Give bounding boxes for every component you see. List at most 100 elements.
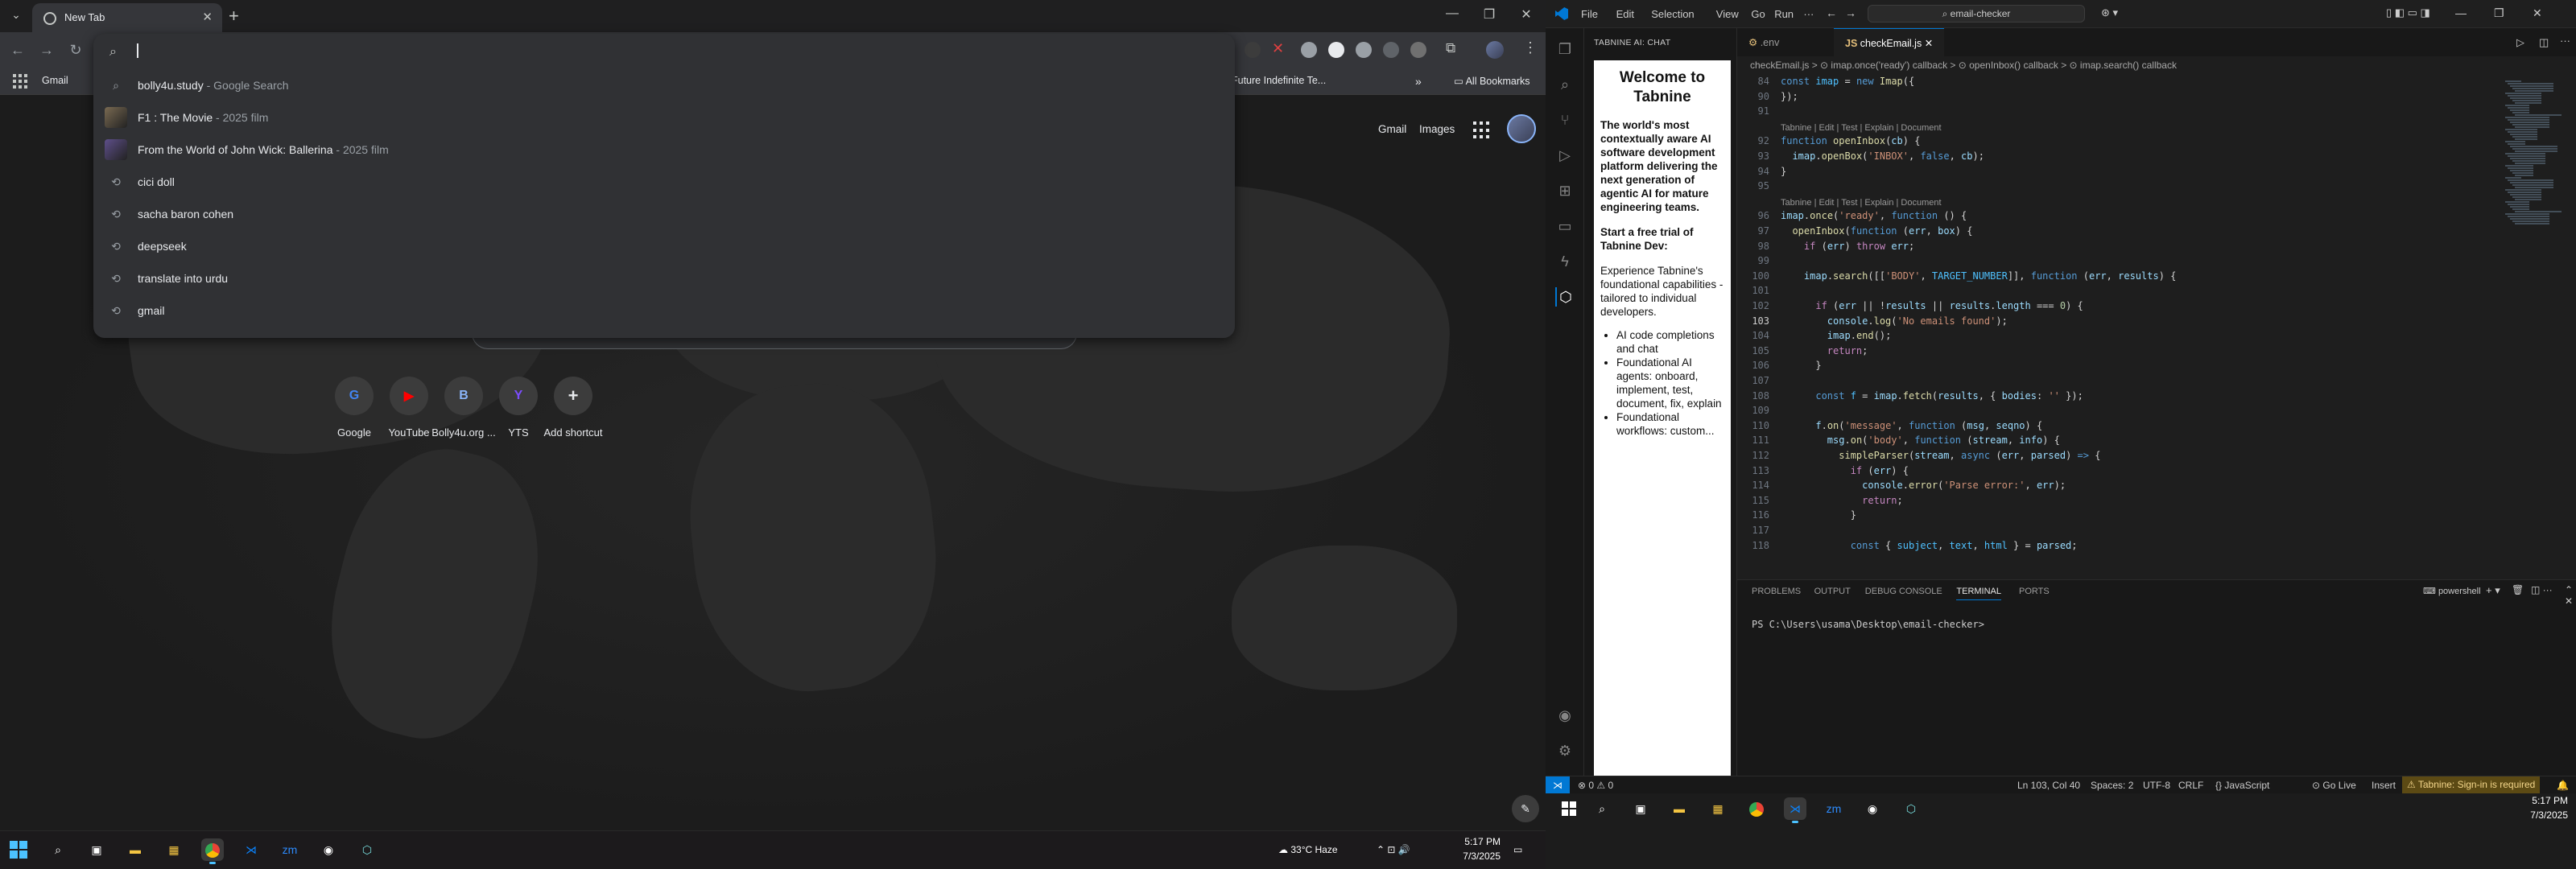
clock-time[interactable]: 5:17 PM [2512, 795, 2568, 806]
restore-icon[interactable]: ❐ [1473, 6, 1505, 23]
language-mode[interactable]: {} JavaScript [2215, 780, 2269, 791]
code-line[interactable]: imap.openBox('INBOX', false, cb); [1781, 150, 1984, 162]
terminal-profile[interactable]: ⌨ powershell [2423, 586, 2481, 596]
images-link[interactable]: Images [1419, 123, 1455, 135]
store-icon[interactable]: ▦ [163, 838, 185, 861]
back-icon[interactable]: ← [1826, 6, 1837, 19]
breadcrumb[interactable]: checkEmail.js > ⊙ imap.once('ready') cal… [1737, 56, 2576, 74]
all-bookmarks[interactable]: ▭ All Bookmarks [1454, 75, 1530, 87]
code-line[interactable]: imap.search([['BODY', TARGET_NUMBER]], f… [1781, 270, 2176, 282]
code-line[interactable]: console.log('No emails found'); [1781, 315, 2008, 327]
zoom-icon[interactable]: zm [279, 838, 301, 861]
extension-icon[interactable] [1383, 42, 1399, 58]
app-icon[interactable]: ⬡ [1900, 797, 1922, 820]
menu-item[interactable]: ··· [1803, 8, 1814, 20]
new-terminal-icon[interactable]: + ▾ [2486, 584, 2500, 597]
vscode-taskbar-icon[interactable]: ⋊ [240, 838, 262, 861]
clock-date[interactable]: 7/3/2025 [2512, 809, 2568, 821]
task-view-icon[interactable]: ▣ [1629, 797, 1652, 820]
panel-tab[interactable]: OUTPUT [1814, 587, 1851, 596]
code-line[interactable]: return; [1781, 345, 1868, 356]
explorer-icon[interactable]: ❐ [1555, 39, 1575, 59]
google-apps-icon[interactable] [1473, 121, 1491, 139]
code-line[interactable]: const f = imap.fetch(results, { bodies: … [1781, 390, 2083, 402]
tab-search-icon[interactable]: ⌄ [6, 8, 26, 26]
omnibox-suggestion[interactable]: From the World of John Wick: Ballerina -… [93, 134, 1235, 166]
menu-item[interactable]: Edit [1616, 8, 1634, 20]
code-line[interactable]: } [1781, 509, 1856, 521]
extensions-puzzle-icon[interactable]: ⧉ [1446, 40, 1455, 56]
windows-start-icon[interactable] [1562, 801, 1576, 816]
cursor-position[interactable]: Ln 103, Col 40 [2017, 780, 2080, 791]
shortcut-add[interactable]: + Add shortcut [528, 377, 618, 439]
panel-split-icon[interactable]: ◫ ··· [2531, 584, 2553, 595]
extensions-icon[interactable]: ⊞ [1555, 181, 1575, 200]
extension-icon[interactable] [1328, 42, 1344, 58]
code-line[interactable]: const imap = new Imap({ [1781, 76, 1914, 87]
codelens-actions[interactable]: Tabnine | Edit | Test | Explain | Docume… [1781, 198, 1942, 208]
code-line[interactable]: return; [1781, 495, 1903, 506]
customize-chrome-icon[interactable]: ✎ [1512, 795, 1539, 822]
code-line[interactable]: if (err) throw err; [1781, 241, 1914, 252]
zoom-icon[interactable]: zm [1823, 797, 1845, 820]
menu-item[interactable]: File [1581, 8, 1598, 20]
tab-env[interactable]: ⚙ .env [1737, 28, 1790, 56]
account-avatar[interactable] [1507, 114, 1536, 143]
omnibox-suggestion[interactable]: ⟲ cici doll [93, 166, 1235, 198]
trash-icon[interactable]: 🗑 [2512, 584, 2524, 595]
restore-icon[interactable]: ❐ [2494, 6, 2504, 20]
search-icon[interactable]: ⌕ [47, 838, 69, 861]
windows-start-icon[interactable] [10, 841, 27, 859]
code-line[interactable]: console.error('Parse error:', err); [1781, 480, 2066, 491]
minimap[interactable] [2502, 74, 2576, 579]
panel-tab[interactable]: TERMINAL [1956, 587, 2002, 600]
terminal-prompt[interactable]: PS C:\Users\usama\Desktop\email-checker> [1752, 619, 1984, 630]
problems-count[interactable]: ⊗ 0 ⚠ 0 [1578, 780, 1613, 791]
panel-tab[interactable]: PORTS [2019, 587, 2050, 596]
codelens-actions[interactable]: Tabnine | Edit | Test | Explain | Docume… [1781, 123, 1942, 133]
omnibox-suggestion[interactable]: ⟲ deepseek [93, 230, 1235, 262]
omnibox-suggestion[interactable]: ⌕ bolly4u.study - Google Search [93, 69, 1235, 101]
extension-icon[interactable] [1245, 42, 1261, 58]
insert-mode[interactable]: Insert [2372, 780, 2396, 791]
forward-icon[interactable]: → [1845, 6, 1856, 19]
code-line[interactable]: } [1781, 360, 1821, 371]
encoding[interactable]: UTF-8 [2143, 780, 2170, 791]
search-icon[interactable]: ⌕ [1555, 75, 1575, 94]
tab-new-tab[interactable]: New Tab ✕ [32, 3, 222, 32]
panel-tab[interactable]: PROBLEMS [1752, 587, 1801, 596]
profile-avatar[interactable] [1486, 41, 1504, 59]
chrome-menu-icon[interactable]: ⋮ [1523, 39, 1538, 56]
more-actions-icon[interactable]: ··· [2560, 35, 2570, 47]
gmail-link[interactable]: Gmail [1378, 123, 1406, 135]
chrome-taskbar-icon[interactable] [201, 838, 224, 864]
minimize-icon[interactable]: — [2455, 6, 2467, 19]
code-line[interactable]: }); [1781, 91, 1798, 102]
source-control-icon[interactable]: ⑂ [1555, 110, 1575, 130]
file-explorer-icon[interactable]: ▬ [1668, 797, 1690, 820]
forward-icon[interactable]: → [37, 40, 56, 60]
run-icon[interactable]: ▷ [2516, 36, 2524, 49]
menu-item[interactable]: Selection [1651, 8, 1694, 20]
tabnine-icon[interactable]: ⬡ [1555, 287, 1575, 307]
notifications-icon[interactable]: ▭ [1513, 844, 1522, 855]
close-tab-icon[interactable]: ✕ [1925, 38, 1933, 49]
store-icon[interactable]: ▦ [1707, 797, 1729, 820]
apps-grid-icon[interactable] [13, 74, 27, 89]
panel-tab[interactable]: DEBUG CONSOLE [1865, 587, 1942, 596]
settings-gear-icon[interactable]: ⚙ [1555, 741, 1575, 760]
copilot-icon[interactable]: ⊛ ▾ [2101, 6, 2118, 19]
code-line[interactable]: f.on('message', function (msg, seqno) { [1781, 420, 2042, 431]
close-window-icon[interactable]: ✕ [2533, 6, 2542, 20]
new-tab-button[interactable]: + [229, 6, 239, 27]
menu-item[interactable]: View [1716, 8, 1739, 20]
run-debug-icon[interactable]: ▷ [1555, 146, 1575, 165]
accounts-icon[interactable]: ◉ [1555, 706, 1575, 725]
bookmark-gmail[interactable]: Gmail [42, 75, 68, 86]
code-line[interactable]: simpleParser(stream, async (err, parsed)… [1781, 450, 2100, 461]
remote-explorer-icon[interactable]: ▭ [1555, 216, 1575, 236]
chrome-taskbar-icon[interactable] [1745, 797, 1768, 820]
tab-checkemail[interactable]: JS checkEmail.js ✕ [1834, 28, 1945, 56]
maximize-panel-icon[interactable]: ⌃ ✕ [2565, 584, 2576, 607]
bookmarks-overflow-icon[interactable]: » [1415, 75, 1422, 88]
